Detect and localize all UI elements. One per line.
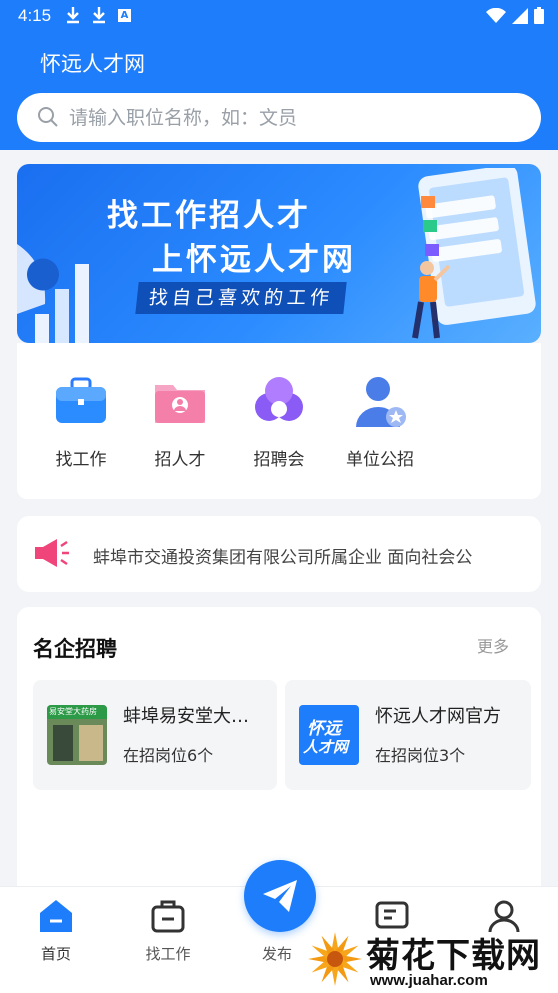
nav-find-job[interactable]: 找工作	[128, 897, 208, 964]
banner-line2: 上怀远人才网	[152, 242, 356, 278]
keyboard-icon: A	[118, 9, 131, 22]
group-meeting-icon	[255, 377, 303, 421]
banner-tagline: 找自己喜欢的工作	[135, 282, 347, 314]
notice-bar[interactable]: 蚌埠市交通投资集团有限公司所属企业 面向社会公	[17, 516, 541, 592]
watermark-url: www.juahar.com	[370, 972, 488, 989]
quick-label: 找工作	[55, 450, 107, 470]
company-logo: 易安堂大药房	[47, 705, 107, 765]
company-name: 怀远人才网官方	[375, 706, 501, 727]
promo-banner[interactable]: 找工作招人才 上怀远人才网 找自己喜欢的工作	[17, 164, 541, 343]
nav-label: 找工作	[145, 945, 191, 963]
status-bar: 4:15 A	[0, 0, 558, 32]
notice-text: 蚌埠市交通投资集团有限公司所属企业 面向社会公	[93, 548, 473, 568]
more-link[interactable]: 更多	[477, 633, 509, 657]
nav-home[interactable]: 首页	[16, 897, 96, 964]
flower-logo-icon	[308, 932, 362, 986]
company-logo: 怀远 人才网	[299, 705, 359, 765]
quick-label: 招人才	[154, 450, 206, 470]
search-bar[interactable]	[17, 93, 541, 142]
status-right	[486, 7, 544, 24]
wifi-icon	[486, 7, 506, 23]
watermark: 菊花下载网 www.juahar.com	[300, 928, 558, 993]
quick-find-job[interactable]: 找工作	[36, 373, 126, 470]
publish-button[interactable]	[244, 860, 316, 932]
status-notifications: A	[66, 6, 131, 24]
company-job-count: 在招岗位3个	[375, 746, 466, 765]
watermark-text: 菊花下载网	[366, 936, 541, 976]
company-card[interactable]: 易安堂大药房 蚌埠易安堂大… 在招岗位6个	[33, 680, 277, 790]
quick-job-fair[interactable]: 招聘会	[234, 373, 324, 470]
download-icon	[93, 7, 105, 24]
user-star-icon	[356, 377, 406, 427]
quick-public-recruit[interactable]: 单位公招	[333, 373, 427, 470]
quick-recruit[interactable]: 招人才	[135, 373, 225, 470]
download-icon	[67, 7, 79, 24]
megaphone-icon	[35, 539, 69, 567]
quick-entries: 找工作 招人才 招聘会 单位公招	[17, 343, 541, 499]
company-name: 蚌埠易安堂大…	[123, 706, 249, 727]
publish-label: 发布	[262, 945, 293, 963]
user-folder-icon	[155, 385, 205, 423]
briefcase-icon	[151, 900, 185, 933]
company-job-count: 在招岗位6个	[123, 746, 214, 765]
signal-icon	[512, 7, 528, 24]
quick-label: 招聘会	[253, 450, 305, 470]
banner-line1: 找工作招人才	[107, 198, 311, 234]
paper-plane-icon	[263, 880, 297, 912]
quick-label: 单位公招	[346, 450, 414, 470]
bar-chart-illustration	[17, 244, 89, 343]
search-icon	[38, 107, 58, 127]
phone-illustration	[412, 168, 536, 339]
company-card[interactable]: 怀远 人才网 怀远人才网官方 在招岗位3个	[285, 680, 531, 790]
company-logo-text: 人才网	[303, 738, 349, 756]
app-header: 4:15 A 怀远人才网	[0, 0, 558, 150]
home-icon	[40, 900, 72, 932]
search-input[interactable]	[69, 102, 509, 134]
company-logo-text: 易安堂大药房	[49, 707, 97, 716]
briefcase-icon	[56, 377, 106, 423]
status-time: 4:15	[18, 6, 52, 25]
battery-icon	[534, 7, 544, 24]
section-title: 名企招聘	[33, 637, 117, 661]
app-title: 怀远人才网	[40, 52, 145, 76]
nav-label: 首页	[40, 945, 71, 963]
